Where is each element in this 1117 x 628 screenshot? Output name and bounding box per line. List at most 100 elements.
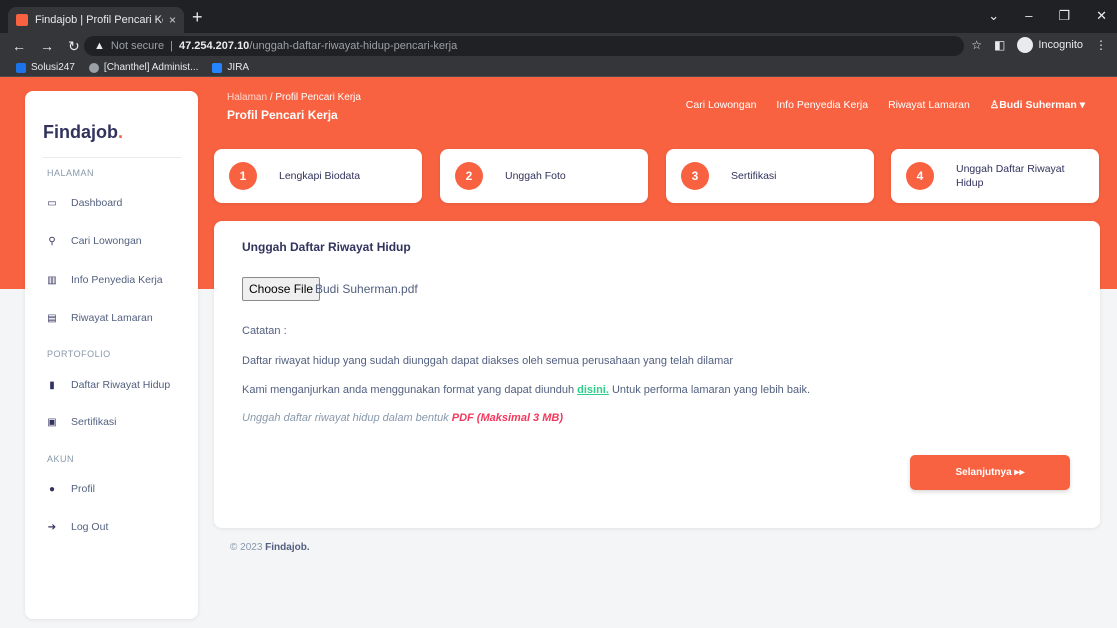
close-window-icon[interactable]: ✕	[1096, 8, 1107, 24]
sidebar-item-label: Daftar Riwayat Hidup	[71, 379, 171, 391]
browser-actions: ☆ ◧ Incognito ⋮	[971, 37, 1107, 53]
tab-search-icon[interactable]: ⌄	[988, 8, 999, 24]
step-card[interactable]: 2 Unggah Foto	[440, 149, 648, 203]
sidebar-item-info-penyedia[interactable]: ▥ Info Penyedia Kerja	[47, 274, 163, 286]
file-limit: PDF (Maksimal 3 MB)	[451, 412, 563, 424]
sidebar-item-label: Cari Lowongan	[71, 235, 142, 247]
breadcrumb: Halaman / Profil Pencari Kerja	[227, 92, 361, 103]
section-halaman: HALAMAN	[47, 168, 95, 178]
breadcrumb-current: Profil Pencari Kerja	[275, 92, 361, 103]
browser-tab[interactable]: Findajob | Profil Pencari Kerja ×	[8, 7, 184, 33]
incognito-label: Incognito	[1038, 39, 1083, 51]
certificate-icon: ▣	[47, 416, 57, 428]
security-label: Not secure	[110, 40, 165, 52]
footer-brand[interactable]: Findajob.	[265, 542, 309, 553]
sidebar-item-label: Riwayat Lamaran	[71, 312, 153, 324]
step-label: Lengkapi Biodata	[279, 170, 361, 182]
window-controls: ⌄ – ❐ ✕	[988, 8, 1107, 24]
bookmark-item[interactable]: JIRA	[212, 62, 249, 73]
top-nav: Cari Lowongan Info Penyedia Kerja Riwaya…	[686, 99, 1085, 111]
section-portofolio: PORTOFOLIO	[47, 349, 111, 359]
search-icon: ⚲	[48, 235, 56, 247]
brand-logo[interactable]: Findajob.	[43, 122, 123, 143]
sidebar-item-daftar-riwayat-hidup[interactable]: ▮ Daftar Riwayat Hidup	[47, 379, 170, 391]
breadcrumb-separator: /	[269, 92, 273, 103]
user-icon: ●	[48, 483, 56, 495]
upload-hint: Unggah daftar riwayat hidup dalam bentuk…	[242, 412, 563, 424]
next-button[interactable]: Selanjutnya ▸▸	[910, 455, 1070, 490]
step-label: Unggah Daftar Riwayat Hidup	[956, 163, 1065, 189]
jira-icon	[212, 62, 223, 73]
note-label: Catatan :	[242, 325, 287, 337]
document-icon: ▤	[47, 312, 57, 324]
new-tab-button[interactable]: +	[192, 8, 203, 26]
chevron-down-icon: ▾	[1076, 99, 1085, 111]
url-separator: |	[170, 40, 173, 52]
bookmark-label: Solusi247	[31, 62, 75, 73]
sidebar-item-sertifikasi[interactable]: ▣ Sertifikasi	[47, 416, 117, 428]
url-input[interactable]: ▲ Not secure | 47.254.207.10 /unggah-daf…	[84, 36, 964, 56]
step-number: 3	[681, 162, 709, 190]
step-card[interactable]: 1 Lengkapi Biodata	[214, 149, 422, 203]
step-number: 2	[455, 162, 483, 190]
selected-file-name: Budi Suherman.pdf	[315, 282, 418, 296]
tab-close-icon[interactable]: ×	[169, 13, 176, 27]
browser-tab-bar: Findajob | Profil Pencari Kerja × + ⌄ – …	[0, 0, 1117, 33]
user-icon: ♙	[989, 99, 1000, 111]
nav-cari-lowongan[interactable]: Cari Lowongan	[686, 99, 757, 111]
bookmark-z-icon	[16, 62, 26, 73]
monitor-icon: ▭	[47, 197, 57, 209]
building-icon: ▥	[47, 274, 57, 286]
sidebar-item-label: Info Penyedia Kerja	[71, 274, 163, 286]
sidebar-item-label: Dashboard	[71, 197, 123, 209]
bookmark-item[interactable]: [Chanthel] Administ...	[88, 62, 199, 73]
bookmark-item[interactable]: Solusi247	[16, 62, 75, 73]
forward-icon[interactable]: →	[40, 38, 54, 54]
file-icon: ▮	[49, 379, 55, 391]
globe-icon	[88, 62, 99, 73]
bookmarks-bar: Solusi247 [Chanthel] Administ... JIRA	[0, 59, 1117, 77]
step-card[interactable]: 3 Sertifikasi	[666, 149, 874, 203]
nav-buttons: ← → ↻	[12, 38, 80, 54]
sidebar-item-dashboard[interactable]: ▭ Dashboard	[47, 197, 122, 209]
sidebar-item-logout[interactable]: ➔ Log Out	[47, 521, 109, 533]
bookmark-label: JIRA	[227, 62, 250, 73]
page-content: Findajob. HALAMAN ▭ Dashboard ⚲ Cari Low…	[0, 77, 1117, 628]
copyright: © 2023	[230, 542, 266, 553]
choose-file-button[interactable]: Choose File	[242, 277, 321, 301]
sidebar-item-profil[interactable]: ● Profil	[47, 483, 95, 495]
note-format: Kami menganjurkan anda menggunakan forma…	[242, 384, 811, 396]
back-icon[interactable]: ←	[12, 38, 26, 54]
logout-icon: ➔	[47, 521, 57, 533]
upload-card: Unggah Daftar Riwayat Hidup Choose File …	[214, 221, 1100, 528]
user-menu[interactable]: ♙Budi Suherman ▾	[990, 99, 1085, 111]
menu-icon[interactable]: ⋮	[1095, 38, 1107, 52]
nav-info-penyedia[interactable]: Info Penyedia Kerja	[776, 99, 868, 111]
sidebar-item-riwayat-lamaran[interactable]: ▤ Riwayat Lamaran	[47, 312, 153, 324]
minimize-icon[interactable]: –	[1025, 8, 1032, 24]
reload-icon[interactable]: ↻	[68, 38, 80, 54]
footer: © 2023 Findajob.	[230, 542, 310, 553]
star-icon[interactable]: ☆	[971, 38, 982, 52]
sidepanel-icon[interactable]: ◧	[994, 38, 1005, 52]
page-title: Profil Pencari Kerja	[227, 108, 338, 122]
step-card[interactable]: 4 Unggah Daftar Riwayat Hidup	[891, 149, 1099, 203]
step-label: Unggah Foto	[505, 170, 566, 182]
incognito-badge[interactable]: Incognito	[1017, 37, 1083, 53]
nav-riwayat-lamaran[interactable]: Riwayat Lamaran	[888, 99, 970, 111]
sidebar-item-label: Log Out	[71, 521, 109, 533]
divider	[43, 157, 181, 158]
breadcrumb-root[interactable]: Halaman	[227, 92, 267, 103]
incognito-icon	[1017, 37, 1034, 53]
section-akun: AKUN	[47, 454, 75, 464]
template-download-link[interactable]: disini.	[577, 384, 609, 396]
bookmark-label: [Chanthel] Administ...	[103, 62, 199, 73]
restore-icon[interactable]: ❐	[1058, 8, 1070, 24]
sidebar-item-label: Sertifikasi	[71, 416, 117, 428]
step-label: Sertifikasi	[731, 170, 777, 182]
sidebar-item-cari-lowongan[interactable]: ⚲ Cari Lowongan	[47, 235, 142, 247]
step-number: 1	[229, 162, 257, 190]
warning-icon: ▲	[94, 40, 105, 52]
sidebar-item-label: Profil	[71, 483, 95, 495]
note-access: Daftar riwayat hidup yang sudah diunggah…	[242, 355, 734, 367]
